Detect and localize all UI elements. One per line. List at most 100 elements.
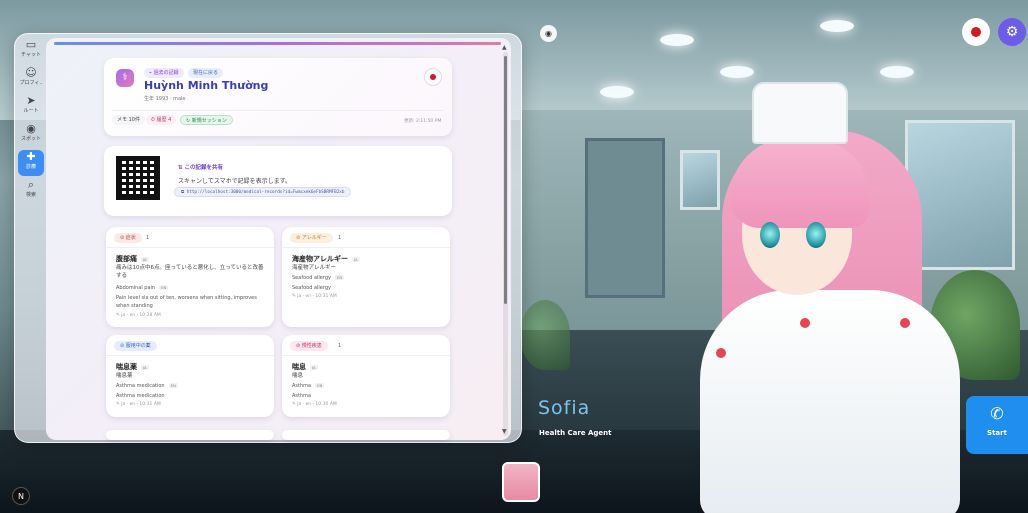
item-title-en: Seafood allergy EN — [292, 275, 345, 281]
lang-badge: JA — [141, 256, 149, 262]
route-icon: ➤ — [26, 94, 36, 107]
ceiling-light — [820, 20, 854, 32]
ceiling-light — [660, 34, 694, 46]
item-footer-text: ja · en · 10:31 AM — [297, 294, 337, 299]
share-title: ⇅ この記録を共有 — [178, 165, 224, 171]
sidebar-item-spot[interactable]: ◉ スポット — [18, 122, 44, 148]
item-title-text: 喘息 — [292, 363, 306, 371]
divider — [112, 110, 444, 111]
share-url-text: http://localhost:3000/medical-records?id… — [186, 190, 345, 195]
lang-badge: JA — [310, 364, 318, 370]
share-title-label: この記録を共有 — [184, 165, 224, 171]
record-button[interactable] — [424, 68, 442, 86]
sidebar-item-medical[interactable]: ✚ 診療 — [18, 150, 44, 176]
sidebar-item-route[interactable]: ➤ ルート — [18, 94, 44, 120]
item-footer-text: ja · en · 10:30 AM — [297, 402, 337, 407]
section-card-partial — [282, 430, 450, 440]
lang-badge: JA — [352, 256, 360, 262]
item-detail-en: Asthma — [292, 393, 312, 399]
item-title-text: 海産物アレルギー — [292, 255, 348, 263]
item-title-en-text: Asthma medication — [116, 383, 165, 389]
start-label: Start — [987, 429, 1007, 437]
section-header-symptom[interactable]: ⊘ 症状 — [114, 233, 142, 243]
item-title-text: 腹部痛 — [116, 255, 137, 263]
history-chip[interactable]: ⏱ 履歴 4 — [146, 115, 177, 125]
section-header-chronic[interactable]: ⊘ 慢性疾患 — [290, 341, 328, 351]
record-toggle-button[interactable] — [962, 18, 990, 46]
n-badge[interactable]: N — [12, 487, 30, 505]
past-record-chip[interactable]: ⌁ 過去の記録 — [144, 68, 184, 78]
uniform-button — [900, 318, 910, 328]
sidebar-item-label: 検索 — [25, 192, 36, 198]
item-detail-ja: 痛みは10点中6点。座っていると悪化し、立っていると改善する — [116, 265, 264, 279]
sidebar-item-label: プロフィ.. — [19, 80, 43, 86]
chat-icon: ▭ — [25, 38, 37, 51]
section-card-allergy: ⊘ アレルギー 1 海産物アレルギー JA 海産物アレルギー Seafood allerg… — [282, 227, 450, 327]
item-title: 喘息 JA — [292, 362, 318, 372]
medical-icon: ✚ — [26, 150, 36, 163]
sidebar-item-chat[interactable]: ▭ チャット — [18, 38, 44, 64]
share-description: スキャンしてスマホで記録を表示します。 — [178, 178, 292, 185]
sidebar-item-label: 診療 — [25, 164, 36, 170]
sidebar-item-label: スポット — [20, 136, 41, 142]
item-title-en: Asthma EN — [292, 383, 325, 389]
share-url-link[interactable]: ⧉ http://localhost:3000/medical-records?… — [174, 187, 352, 197]
section-count: 1 — [146, 343, 150, 349]
section-label: 慢性疾患 — [301, 343, 322, 349]
sidebar-item-profile[interactable]: ☺ プロフィ.. — [18, 66, 44, 92]
section-card-partial — [106, 430, 274, 440]
patient-birth-gender: 生年 1993 · male — [144, 96, 186, 102]
uniform-button — [716, 348, 726, 358]
share-qr-card: ⇅ この記録を共有 スキャンしてスマホで記録を表示します。 ⧉ http://l… — [104, 146, 452, 216]
lang-badge: EN — [159, 285, 169, 290]
section-header-medication[interactable]: ⊘ 服用中の薬 — [114, 341, 157, 351]
item-footer: ✎ ja · en · 10:28 AM — [116, 313, 161, 318]
phone-icon: ✆ — [990, 404, 1004, 423]
start-call-button[interactable]: ✆ Start — [966, 396, 1028, 454]
item-title: 喘息薬 JA — [116, 362, 149, 372]
plant — [520, 300, 570, 370]
item-detail-ja: 喘息薬 — [116, 373, 133, 379]
section-header-allergy[interactable]: ⊘ アレルギー — [290, 233, 333, 243]
item-detail-ja: 喘息 — [292, 373, 304, 379]
section-count: 1 — [338, 343, 342, 349]
item-title-en: Asthma medication EN — [116, 383, 178, 389]
history-label: 履歴 4 — [156, 117, 172, 123]
divider — [106, 355, 274, 356]
item-footer: ✎ ja · en · 10:31 AM — [116, 402, 161, 407]
divider — [282, 355, 450, 356]
item-footer-text: ja · en · 10:28 AM — [121, 313, 161, 318]
new-session-label: 新規セッション — [191, 118, 227, 124]
section-count: 1 — [146, 235, 150, 241]
section-label: 症状 — [125, 235, 136, 241]
avatar-eye — [760, 222, 780, 248]
section-card-medication: ⊘ 服用中の薬 1 喘息薬 JA 喘息薬 Asthma medication EN Asthm… — [106, 335, 274, 417]
patient-name: Huỳnh Minh Thường — [144, 79, 269, 92]
agent-avatar-thumbnail[interactable] — [502, 462, 540, 502]
sidebar-item-search[interactable]: ⌕ 検索 — [18, 178, 44, 204]
scroll-up-icon[interactable]: ▲ — [502, 44, 507, 51]
avatar-bangs — [730, 138, 870, 228]
sidebar-item-label: ルート — [23, 108, 39, 114]
agent-name: Sofia — [538, 397, 591, 419]
spot-icon: ◉ — [26, 122, 36, 135]
item-title-text: 喘息薬 — [116, 363, 137, 371]
ceiling-light — [720, 66, 754, 78]
door — [585, 138, 665, 298]
stethoscope-icon: ⚕ — [116, 69, 134, 87]
back-to-current-button[interactable]: 現在に戻る — [188, 68, 224, 78]
scrollbar-thumb[interactable] — [504, 56, 507, 304]
lang-badge: EN — [334, 275, 345, 280]
new-session-button[interactable]: ↻ 新規セッション — [180, 115, 233, 125]
item-title: 海産物アレルギー JA — [292, 254, 360, 264]
item-detail-en: Asthma medication — [116, 393, 165, 399]
section-card-symptom: ⊘ 症状 1 腹部痛 JA 痛みは10点中6点。座っていると悪化し、立っていると改善する… — [106, 227, 274, 327]
scroll-down-icon[interactable]: ▼ — [502, 428, 507, 435]
sidebar-item-label: チャット — [21, 52, 41, 58]
settings-gear-icon[interactable]: ⚙ — [998, 18, 1026, 46]
camera-toggle-button[interactable]: ◉ — [540, 25, 557, 42]
qr-code[interactable] — [116, 156, 160, 200]
chip-label: 過去の記録 — [153, 70, 179, 76]
item-footer: ✎ ja · en · 10:30 AM — [292, 402, 337, 407]
item-footer: ✎ ja · en · 10:31 AM — [292, 294, 337, 299]
